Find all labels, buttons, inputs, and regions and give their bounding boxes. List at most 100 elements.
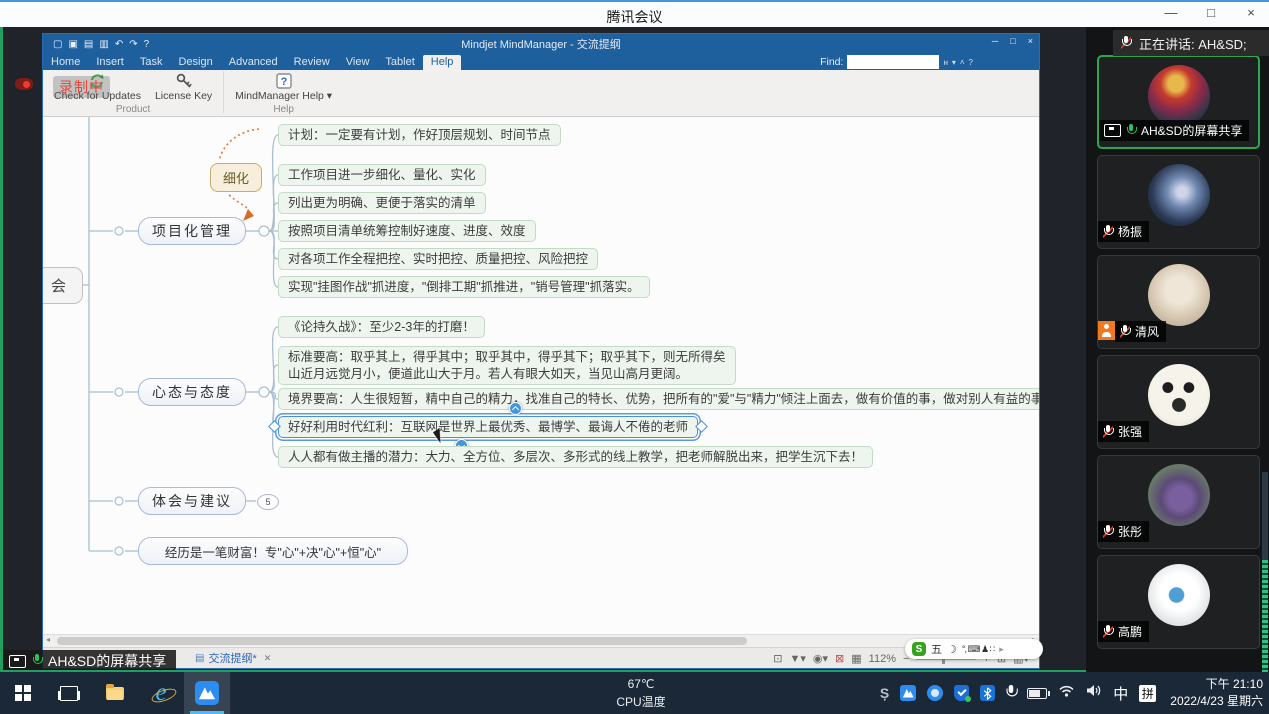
avatar	[1148, 264, 1210, 326]
battery-icon[interactable]	[1027, 688, 1047, 699]
central-topic[interactable]: 会	[43, 267, 83, 304]
collapsed-count-badge[interactable]: 5	[257, 494, 279, 510]
docs-tray-icon[interactable]	[927, 685, 943, 701]
file-explorer-button[interactable]	[92, 672, 138, 714]
participant-tile[interactable]: 清风	[1097, 255, 1260, 349]
subtopic[interactable]: 计划：一定要有计划，作好顶层规划、时间节点	[278, 124, 561, 146]
subtopic[interactable]: 人人都有做主播的潜力：大力、全方位、多层次、多形式的线上教学，把老师解脱出来，把…	[278, 446, 873, 468]
participant-tile[interactable]: 杨振	[1097, 155, 1260, 249]
restore-icon[interactable]: □	[1203, 5, 1219, 20]
internet-explorer-button[interactable]: e	[138, 672, 184, 714]
scrollbar-thumb[interactable]	[57, 637, 747, 645]
participant-tile[interactable]: AH&SD的屏幕共享	[1097, 55, 1260, 149]
ribbon: Check for Updates License Key Product	[43, 70, 1039, 117]
ribbon-help-icon[interactable]: ?	[969, 58, 973, 67]
mm-minimize-icon[interactable]: ─	[992, 36, 998, 46]
share-badge: AH&SD的屏幕共享	[3, 650, 176, 672]
participant-name: 张强	[1118, 423, 1142, 440]
branch-topic[interactable]: 项目化管理	[138, 217, 246, 245]
tab-tablet[interactable]: Tablet	[377, 55, 422, 70]
find-history-icon[interactable]: ʜ	[943, 58, 947, 67]
insert-topic-handle[interactable]	[509, 402, 522, 415]
subtopic[interactable]: 列出更为明确、更便于落实的清单	[278, 192, 486, 214]
key-icon	[175, 72, 193, 90]
microphone-tray-icon[interactable]	[1006, 685, 1018, 701]
subtopic[interactable]: 好好利用时代红利：互联网是世界上最优秀、最博学、最诲人不倦的老师	[278, 416, 698, 438]
participant-name: 高鹏	[1118, 623, 1142, 640]
mm-restore-icon[interactable]: □	[1010, 36, 1015, 46]
subtopic[interactable]: 标准要高：取乎其上，得乎其中；取乎其中，得乎其下；取乎其下，则无所得矣 山近月远…	[278, 346, 736, 385]
horizontal-scrollbar[interactable]: ◂ ▸	[43, 634, 1039, 647]
subtopic[interactable]: 对各项工作全程把控、实时把控、质量把控、风险把控	[278, 248, 598, 270]
close-icon[interactable]: ×	[1243, 5, 1259, 20]
participant-label: AH&SD的屏幕共享	[1099, 120, 1249, 141]
ime-mode-label[interactable]: 五	[931, 641, 942, 657]
collapse-ribbon-icon[interactable]: ˄	[960, 58, 965, 67]
tab-insert[interactable]: Insert	[88, 55, 132, 70]
find-input[interactable]	[847, 55, 939, 69]
hidden-icons-button[interactable]: Ș	[880, 685, 889, 701]
filter-icon[interactable]: ▼▾	[789, 652, 805, 665]
subtopic[interactable]: 《论持久战》：至少2-3年的打磨！	[278, 316, 485, 338]
moon-icon[interactable]: ☽	[947, 643, 957, 656]
mic-muted-icon	[1103, 425, 1113, 439]
mindmanager-window: ▢ ▣ ▤ ▥ ↶ ↷ ? Mindjet MindManager - 交流提纲…	[42, 33, 1040, 669]
ime-expand-icon[interactable]: ▸	[999, 644, 1004, 655]
participant-tile[interactable]: 张强	[1097, 355, 1260, 449]
meeting-titlebar: 腾讯会议 — □ ×	[0, 0, 1269, 27]
start-button[interactable]	[0, 672, 46, 714]
mm-close-icon[interactable]: ×	[1028, 36, 1033, 46]
security-tray-icon[interactable]	[954, 685, 969, 701]
sogou-logo-icon[interactable]: S	[912, 642, 926, 656]
avatar	[1148, 464, 1210, 526]
participant-tile[interactable]: 高鹏	[1097, 555, 1260, 649]
clock-time: 下午 21:10	[1170, 676, 1263, 693]
document-tab[interactable]: ▤ 交流提纲* ✕	[195, 650, 271, 666]
map-canvas[interactable]: 会 项目化管理心态与态度体会与建议经历是一笔财富！专"心"+决"心"+恒"心" 计划…	[43, 117, 1039, 634]
host-badge-icon	[1098, 321, 1115, 340]
license-key-button[interactable]: License Key	[148, 71, 219, 104]
chevron-down-icon[interactable]: ▾	[952, 58, 956, 67]
tab-close-icon[interactable]: ✕	[264, 653, 272, 664]
subtopic[interactable]: 按照项目清单统筹控制好速度、进度、效度	[278, 220, 536, 242]
tencent-meeting-taskbar-button[interactable]	[184, 672, 230, 714]
bluetooth-icon[interactable]	[980, 685, 995, 701]
minimize-icon[interactable]: —	[1163, 5, 1179, 20]
subtopic[interactable]: 实现"挂图作战"抓进度，"倒排工期"抓推进，"销号管理"抓落实。	[278, 276, 650, 298]
tab-home[interactable]: Home	[43, 55, 88, 70]
task-view-button[interactable]	[46, 672, 92, 714]
remove-filter-icon[interactable]: ⊠	[835, 652, 844, 665]
tab-design[interactable]: Design	[170, 55, 220, 70]
tab-review[interactable]: Review	[286, 55, 338, 70]
subtopic[interactable]: 境界要高：人生很短暂，精中自己的精力，找准自己的特长、优势，把所有的"爱"与"精…	[278, 388, 1039, 410]
wifi-icon[interactable]	[1058, 684, 1075, 702]
participant-label: 张强	[1098, 421, 1149, 442]
show-notes-icon[interactable]: ⊡	[773, 652, 782, 665]
ime-badge[interactable]: 拼	[1139, 685, 1156, 702]
tab-advanced[interactable]: Advanced	[221, 55, 286, 70]
clock[interactable]: 下午 21:10 2022/4/23 星期六	[1170, 676, 1263, 710]
ime-tools[interactable]: °, ⌨ ♟ ∷	[962, 644, 994, 655]
subtopic[interactable]: 工作项目进一步细化、量化、实化	[278, 164, 486, 186]
branch-topic[interactable]: 体会与建议	[138, 487, 246, 515]
branch-topic[interactable]: 经历是一笔财富！专"心"+决"心"+恒"心"	[138, 537, 408, 565]
meeting-tray-icon[interactable]	[900, 685, 916, 701]
map-parts-icon[interactable]: ▦	[851, 652, 861, 665]
volume-icon[interactable]	[1086, 684, 1102, 702]
system-tray: Ș 中 拼 下午 21:10 2022/4/23 星期六	[880, 672, 1263, 714]
branch-topic[interactable]: 心态与态度	[138, 378, 246, 406]
sidebar-scrollbar[interactable]	[1262, 472, 1268, 672]
tab-task[interactable]: Task	[132, 55, 171, 70]
sync-icon[interactable]: ◉▾	[813, 652, 828, 665]
tab-view[interactable]: View	[338, 55, 378, 70]
mm-help-label: MindManager Help ▾	[235, 91, 332, 102]
participant-tile[interactable]: 张彤	[1097, 455, 1260, 549]
scroll-left-icon[interactable]: ◂	[46, 635, 50, 644]
mindmanager-help-button[interactable]: ? MindManager Help ▾	[228, 71, 339, 104]
tab-help[interactable]: Help	[423, 55, 462, 70]
clock-date: 2022/4/23 星期六	[1170, 693, 1263, 710]
sogou-ime-bar[interactable]: S 五 ☽ °, ⌨ ♟ ∷ ▸	[905, 639, 1043, 659]
callout-topic[interactable]: 细化	[210, 163, 262, 192]
language-indicator[interactable]: 中	[1113, 683, 1128, 704]
mic-on-icon	[32, 654, 42, 668]
